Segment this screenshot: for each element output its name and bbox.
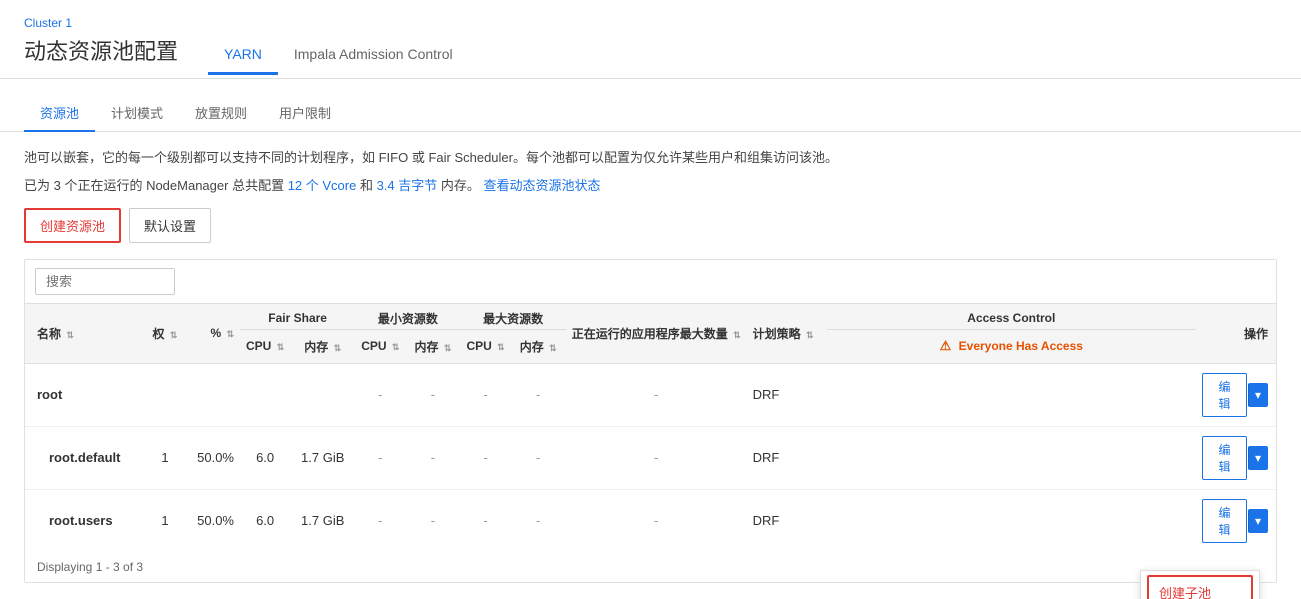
th-everyone-has-access: ⚠ Everyone Has Access: [827, 329, 1196, 363]
th-min-mem[interactable]: 内存 ⇅: [405, 329, 460, 363]
th-scheduling[interactable]: 计划策略 ⇅: [747, 304, 827, 364]
dropdown-item-create-sub[interactable]: 创建子池: [1147, 575, 1253, 599]
th-access-control-group: Access Control: [827, 304, 1196, 330]
subtab-scheduling[interactable]: 计划模式: [95, 95, 179, 132]
info-line: 已为 3 个正在运行的 NodeManager 总共配置 12 个 Vcore …: [24, 175, 1277, 194]
th-min-resource-group: 最小资源数: [355, 304, 460, 330]
th-min-cpu[interactable]: CPU ⇅: [355, 329, 405, 363]
tab-impala[interactable]: Impala Admission Control: [278, 36, 469, 75]
ops-root-users: 编辑 ▾: [1202, 499, 1268, 543]
th-fair-cpu[interactable]: CPU ⇅: [240, 329, 290, 363]
dropdown-button-root-default[interactable]: ▾: [1248, 446, 1268, 470]
pool-status-link[interactable]: 查看动态资源池状态: [484, 178, 601, 193]
th-fair-mem[interactable]: 内存 ⇅: [290, 329, 355, 363]
th-max-cpu[interactable]: CPU ⇅: [460, 329, 510, 363]
sort-arrows-running: ⇅: [733, 330, 741, 340]
info-prefix: 已为 3 个正在运行的 NodeManager 总共配置: [24, 178, 288, 193]
th-max-resource-group: 最大资源数: [460, 304, 565, 330]
action-buttons: 创建资源池 默认设置: [24, 208, 1277, 243]
create-pool-button[interactable]: 创建资源池: [24, 208, 121, 243]
info-suffix: 内存。: [437, 178, 480, 193]
main-tabs: YARN Impala Admission Control: [208, 36, 469, 74]
th-running-apps[interactable]: 正在运行的应用程序最大数量 ⇅: [566, 304, 747, 364]
defaults-button[interactable]: 默认设置: [129, 208, 211, 243]
th-weight[interactable]: 权 ⇅: [145, 304, 185, 364]
table-body: root - - - - - DRF: [25, 363, 1276, 552]
th-operations: 操作: [1196, 304, 1276, 364]
th-percent[interactable]: % ⇅: [185, 304, 240, 364]
th-name[interactable]: 名称 ⇅: [25, 304, 145, 364]
sub-tabs: 资源池 计划模式 放置规则 用户限制: [0, 79, 1301, 132]
subtab-placement[interactable]: 放置规则: [179, 95, 263, 132]
status-footer: Displaying 1 - 3 of 3: [25, 552, 1276, 582]
dropdown-button-root-users[interactable]: ▾: [1248, 509, 1268, 533]
description-text: 池可以嵌套，它的每一个级别都可以支持不同的计划程序，如 FIFO 或 Fair …: [24, 148, 1277, 169]
content-area: 池可以嵌套，它的每一个级别都可以支持不同的计划程序，如 FIFO 或 Fair …: [0, 132, 1301, 599]
sort-arrows-name: ⇅: [66, 330, 74, 340]
warning-icon: ⚠: [940, 338, 952, 353]
cell-name-root-users: root.users: [25, 489, 145, 552]
search-bar: [25, 260, 1276, 304]
edit-button-root[interactable]: 编辑: [1202, 373, 1247, 417]
vcore-link[interactable]: 12 个 Vcore: [288, 178, 357, 193]
edit-button-root-users[interactable]: 编辑: [1202, 499, 1247, 543]
ops-root: 编辑 ▾: [1202, 373, 1268, 417]
th-max-mem[interactable]: 内存 ⇅: [511, 329, 566, 363]
sort-arrows-pct: ⇅: [226, 329, 234, 339]
table-row: root.users 1 50.0% 6.0 1.7 GiB - - - - -…: [25, 489, 1276, 552]
header: Cluster 1 动态资源池配置 YARN Impala Admission …: [0, 0, 1301, 79]
dropdown-button-root[interactable]: ▾: [1248, 383, 1268, 407]
mem-link[interactable]: 3.4 吉字节: [377, 178, 438, 193]
pools-table: 名称 ⇅ 权 ⇅ % ⇅ Fair Share: [25, 304, 1276, 552]
edit-button-root-default[interactable]: 编辑: [1202, 436, 1247, 480]
tab-yarn[interactable]: YARN: [208, 36, 278, 75]
th-fair-share-group: Fair Share: [240, 304, 355, 330]
info-and: 和: [356, 178, 376, 193]
pools-table-container: 名称 ⇅ 权 ⇅ % ⇅ Fair Share: [24, 259, 1277, 583]
sort-arrows-sched: ⇅: [806, 330, 814, 340]
table-row: root.default 1 50.0% 6.0 1.7 GiB - - - -…: [25, 426, 1276, 489]
page-title: 动态资源池配置: [24, 34, 178, 66]
ops-root-default: 编辑 ▾: [1202, 436, 1268, 480]
subtab-limits[interactable]: 用户限制: [263, 95, 347, 132]
table-row: root - - - - - DRF: [25, 363, 1276, 426]
subtab-pools[interactable]: 资源池: [24, 95, 95, 132]
sort-arrows-weight: ⇅: [170, 330, 178, 340]
cell-name-root-default: root.default: [25, 426, 145, 489]
breadcrumb[interactable]: Cluster 1: [24, 16, 1277, 30]
search-input[interactable]: [35, 268, 175, 295]
cell-name-root: root: [25, 363, 145, 426]
dropdown-context-menu: 创建子池 克隆 删除: [1140, 570, 1260, 599]
page-container: Cluster 1 动态资源池配置 YARN Impala Admission …: [0, 0, 1301, 599]
